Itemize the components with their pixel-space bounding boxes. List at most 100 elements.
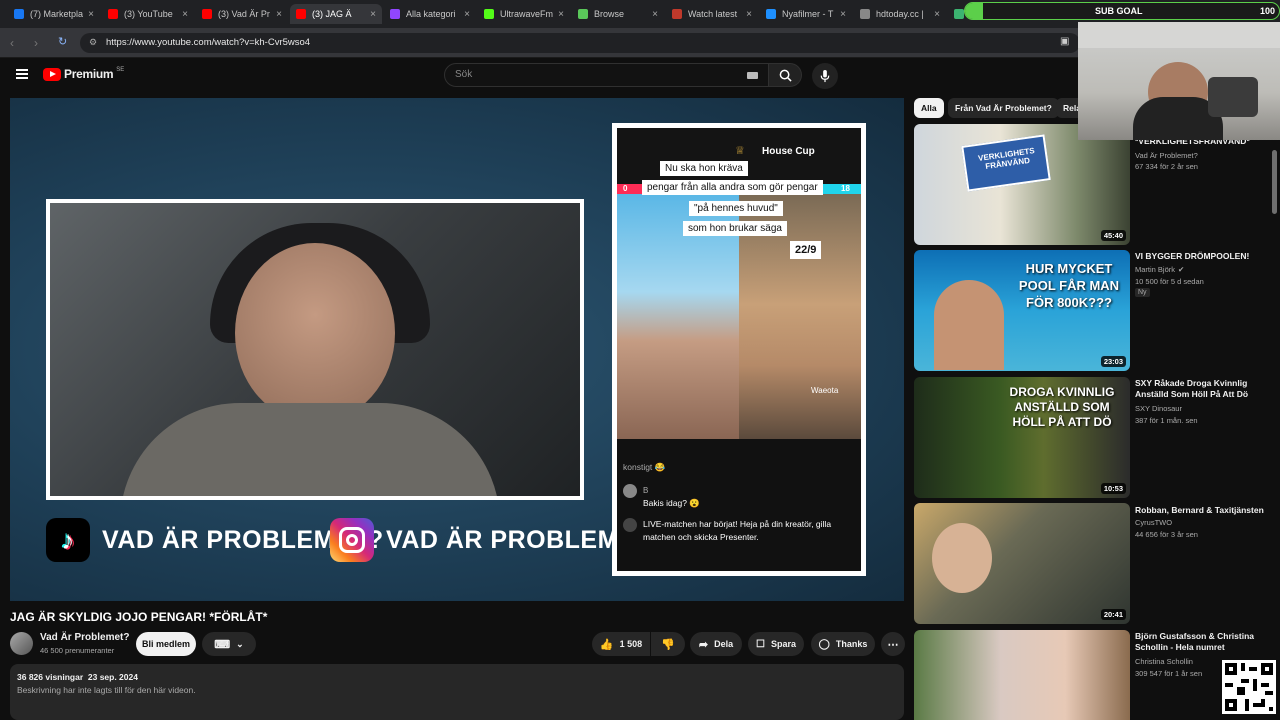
forward-icon[interactable]: › (34, 36, 38, 50)
tab-label: (3) YouTube (124, 9, 173, 19)
sidebar-meta: 387 för 1 mån. sen (1135, 416, 1198, 425)
url-text: https://www.youtube.com/watch?v=kh-Cvr5w… (106, 37, 311, 48)
subscriber-count: 46 500 prenumeranter (40, 646, 115, 655)
tab-label: Browse (594, 9, 625, 19)
close-tab-icon[interactable]: × (182, 9, 188, 20)
reload-icon[interactable]: ↻ (58, 35, 67, 48)
browser-tab[interactable]: UltrawaveFm × (478, 4, 570, 24)
more-actions-button[interactable]: ⋯ (881, 632, 905, 656)
sub-goal-count: 100 (1259, 6, 1275, 16)
close-tab-icon[interactable]: × (276, 9, 282, 20)
bell-icon: ⌨ (214, 638, 231, 651)
tab-favicon-icon (202, 9, 212, 19)
sidebar-thumbnail[interactable]: 20:41 (914, 503, 1130, 624)
close-tab-icon[interactable]: × (746, 9, 752, 20)
new-badge: Ny (1135, 288, 1150, 297)
url-field[interactable]: ⚙ https://www.youtube.com/watch?v=kh-Cvr… (80, 33, 1080, 53)
dislike-button[interactable]: 👎 (651, 632, 685, 656)
logo-text: Premium (64, 67, 114, 81)
sidebar-scrollbar[interactable] (1272, 150, 1277, 214)
tab-label: Alla kategori (406, 9, 456, 19)
duration-badge: 23:03 (1100, 356, 1126, 367)
view-stats: 36 826 visningar 23 sep. 2024 (17, 672, 138, 682)
browser-tab[interactable]: Browse × (572, 4, 664, 24)
caption-line-4: som hon brukar säga (683, 221, 787, 236)
sidebar-video-title[interactable]: VI BYGGER DRÖMPOOLEN! (1135, 251, 1275, 262)
chip-from-channel[interactable]: Från Vad Är Problemet? (948, 98, 1059, 118)
close-tab-icon[interactable]: × (840, 9, 846, 20)
score-right: 18 (841, 184, 850, 193)
notifications-button[interactable]: ⌨ ⌄ (202, 632, 256, 656)
video-player[interactable]: ♪ VAD ÄR PROBLEMET? VAD ÄR PROBLEMET? Ho… (10, 98, 904, 601)
tiktok-icon: ♪ (46, 518, 90, 562)
sub-goal-fill (965, 3, 983, 19)
thumbnail-text: DROGA KVINNLIG ANSTÄLLD SOM HÖLL PÅ ATT … (1009, 385, 1115, 429)
search-input[interactable]: Sök (444, 63, 769, 87)
menu-icon[interactable] (16, 69, 28, 79)
thanks-icon: ◯ (818, 638, 830, 650)
share-button[interactable]: ➦ Dela (690, 632, 742, 656)
caption-line-1: Nu ska hon kräva (660, 161, 748, 176)
caption-line-3: "på hennes huvud" (689, 201, 783, 216)
voice-search-button[interactable] (812, 63, 838, 89)
sidebar-thumbnail[interactable]: HUR MYCKET POOL FÅR MAN FÖR 800K??? 23:0… (914, 250, 1130, 371)
browser-tab[interactable]: (3) Vad Är Pr × (196, 4, 288, 24)
sidebar-channel: Vad Är Problemet? (1135, 151, 1198, 160)
trophy-icon: ♕ (735, 145, 745, 157)
tab-label: hdtoday.cc | (876, 9, 924, 19)
thanks-label: Thanks (835, 639, 868, 649)
thumbs-down-icon: 👎 (661, 638, 675, 651)
browser-tab[interactable]: Alla kategori × (384, 4, 476, 24)
thanks-button[interactable]: ◯ Thanks (811, 632, 875, 656)
close-tab-icon[interactable]: × (558, 9, 564, 20)
tab-label: Watch latest (688, 9, 738, 19)
close-tab-icon[interactable]: × (652, 9, 658, 20)
tab-label: (3) Vad Är Pr (218, 9, 270, 19)
sidebar-thumbnail[interactable]: DROGA KVINNLIG ANSTÄLLD SOM HÖLL PÅ ATT … (914, 377, 1130, 498)
tab-favicon-icon (578, 9, 588, 19)
close-tab-icon[interactable]: × (88, 9, 94, 20)
close-tab-icon[interactable]: × (464, 9, 470, 20)
tab-favicon-icon (672, 9, 682, 19)
browser-tab[interactable]: (3) YouTube × (102, 4, 194, 24)
like-button[interactable]: 👍 1 508 (592, 632, 650, 656)
join-button[interactable]: Bli medlem (136, 632, 196, 656)
webcam-overlay (1078, 22, 1280, 140)
sub-goal-bar: SUB GOAL 100 (964, 2, 1280, 20)
browser-tab[interactable]: (3) JAG Ä × (290, 4, 382, 24)
chip-all[interactable]: Alla (914, 98, 944, 118)
save-label: Spara (770, 639, 796, 649)
close-tab-icon[interactable]: × (370, 9, 376, 20)
instagram-icon (330, 518, 374, 562)
keyboard-icon[interactable] (747, 72, 758, 79)
description-text: Beskrivning har inte lagts till för den … (17, 685, 196, 695)
cast-icon[interactable]: ▣ (1060, 36, 1069, 47)
sidebar-thumbnail[interactable]: VERKLIGHETS FRÅNVÄND 45:40 (914, 124, 1130, 245)
browser-tab[interactable]: hdtoday.cc | × (854, 4, 946, 24)
qr-code-icon (1225, 663, 1273, 711)
sidebar-video-title[interactable]: Robban, Bernard & Taxitjänsten (1135, 505, 1275, 516)
browser-tab[interactable]: Watch latest × (666, 4, 758, 24)
browser-tab[interactable]: Nyafilmer - T × (760, 4, 852, 24)
channel-avatar[interactable] (10, 632, 33, 655)
sidebar-thumbnail[interactable] (914, 630, 1130, 720)
description-box[interactable]: 36 826 visningar 23 sep. 2024 Beskrivnin… (10, 664, 904, 720)
duration-badge: 45:40 (1100, 230, 1126, 241)
sidebar-video-title[interactable]: Björn Gustafsson & Christina Schollin - … (1135, 631, 1275, 653)
youtube-logo[interactable]: Premium SE (43, 67, 124, 81)
site-info-icon[interactable]: ⚙ (89, 37, 97, 48)
chat-avatar (623, 484, 637, 498)
tab-favicon-icon (296, 9, 306, 19)
save-button[interactable]: ☐ Spara (748, 632, 804, 656)
live-icon (623, 518, 637, 532)
close-tab-icon[interactable]: × (934, 9, 940, 20)
browser-tab[interactable]: (7) Marketpla × (8, 4, 100, 24)
channel-name[interactable]: Vad Är Problemet? (40, 632, 129, 643)
sidebar-channel: SXY Dinosaur (1135, 404, 1182, 413)
sidebar-video-title[interactable]: SXY Råkade Droga Kvinnlig Anställd Som H… (1135, 378, 1275, 400)
duration-badge: 10:53 (1100, 483, 1126, 494)
back-icon[interactable]: ‹ (10, 36, 14, 50)
search-button[interactable] (769, 63, 802, 87)
sub-goal-label: SUB GOAL (1095, 6, 1143, 16)
chat-message: Bakis idag? 😮 (643, 498, 700, 508)
